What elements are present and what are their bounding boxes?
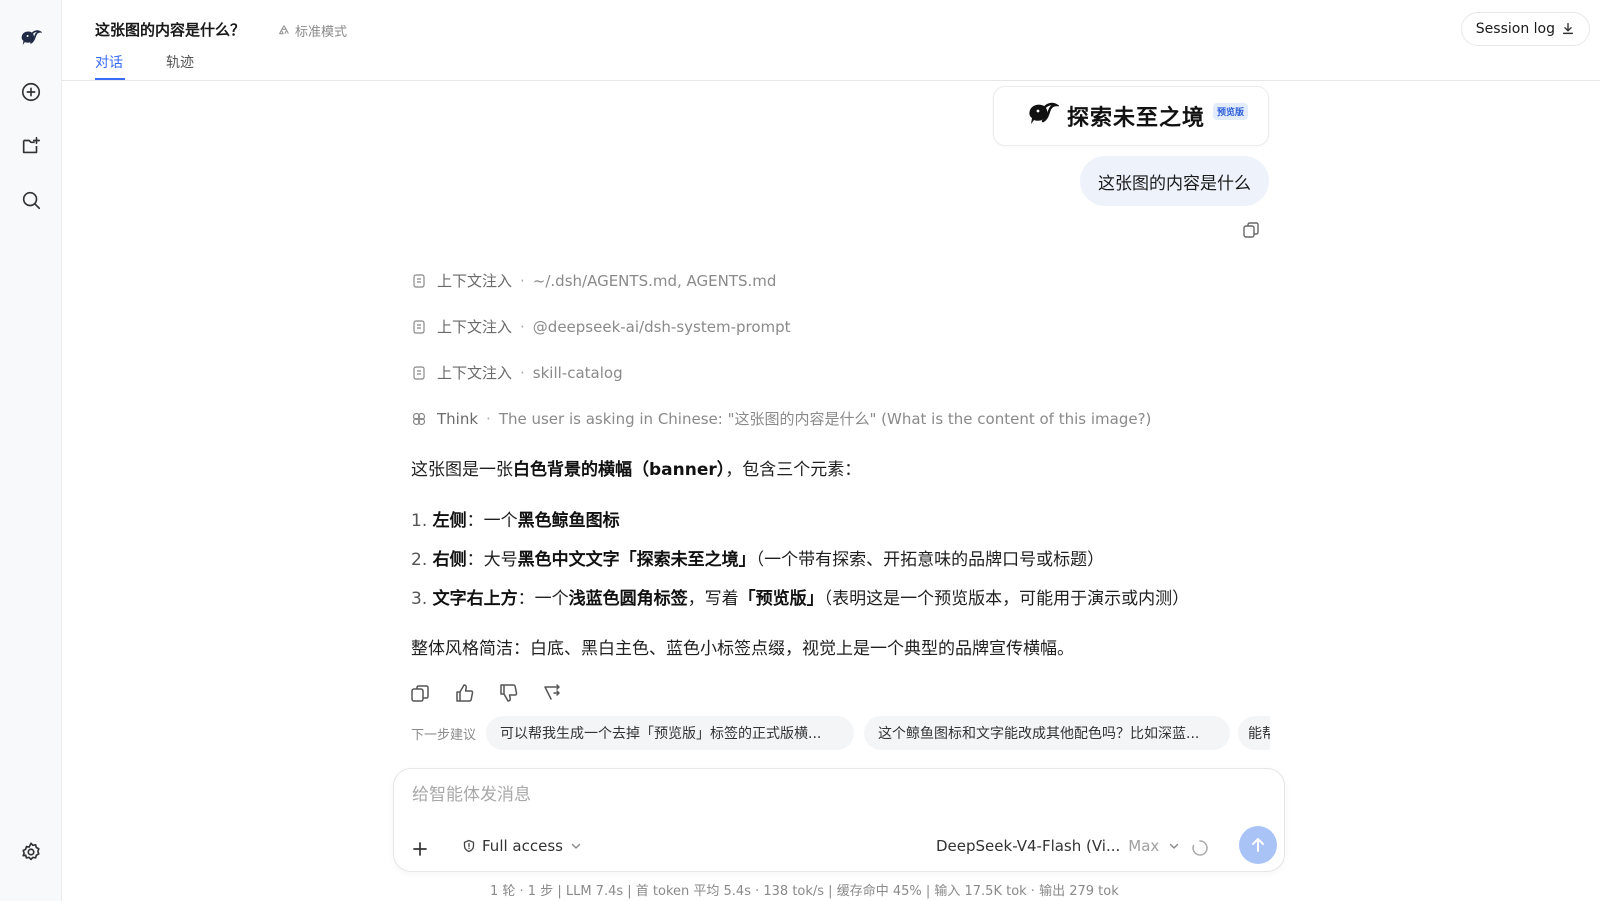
answer-text: ，包含三个元素： (725, 460, 862, 480)
mode-label: 标准模式 (295, 25, 348, 40)
suggestion-chip[interactable]: 这个鲸鱼图标和文字能改成其他配色吗？比如深蓝... (864, 716, 1230, 750)
list-number: 2. (411, 550, 428, 570)
active-tab-indicator (95, 78, 125, 80)
answer-intro: 这张图是一张白色背景的横幅（banner），包含三个元素： (411, 455, 861, 480)
separator-dot: · (520, 363, 525, 382)
copy-icon[interactable] (409, 682, 431, 704)
answer-text: ：大号 (466, 550, 518, 570)
tab-chat[interactable]: 对话 (95, 52, 123, 72)
whale-icon (1027, 101, 1061, 131)
answer-bold: 黑色中文文字「探索未至之境」 (517, 550, 756, 570)
page-title: 这张图的内容是什么？ (95, 21, 246, 39)
context-value: skill-catalog (532, 363, 623, 382)
thumbs-up-icon[interactable] (453, 682, 475, 704)
search-icon[interactable] (15, 184, 47, 216)
session-log-label: Session log (1475, 21, 1555, 37)
context-value: ~/.dsh/AGENTS.md, AGENTS.md (532, 271, 777, 290)
answer-bold: 「预览版」 (738, 589, 824, 609)
access-dropdown[interactable]: Full access (462, 837, 583, 855)
session-stats: 1 轮 · 1 步 | LLM 7.4s | 首 token 平均 5.4s ·… (490, 884, 1119, 899)
user-message-bubble: 这张图的内容是什么 (1080, 156, 1269, 206)
list-number: 1. (411, 511, 428, 531)
arrow-up-icon (1252, 838, 1264, 852)
session-log-button[interactable]: Session log (1460, 12, 1590, 46)
document-icon (413, 273, 425, 288)
sidebar (0, 0, 62, 901)
model-name: DeepSeek-V4-Flash (Vi... (936, 837, 1121, 855)
answer-list-item: 2. 右侧：大号黑色中文文字「探索未至之境」（一个带有探索、开拓意味的品牌口号或… (411, 545, 1104, 570)
context-line[interactable]: 上下文注入 · @deepseek-ai/dsh-system-prompt (411, 316, 791, 337)
document-icon (413, 319, 425, 334)
effort-level: Max (1128, 837, 1160, 855)
context-line[interactable]: 上下文注入 · ~/.dsh/AGENTS.md, AGENTS.md (411, 270, 776, 291)
answer-text: （表明这是一个预览版本，可能用于演示或内测） (823, 589, 1190, 609)
answer-list-item: 3. 文字右上方：一个浅蓝色圆角标签，写着「预览版」（表明这是一个预览版本，可能… (411, 584, 1189, 609)
list-number: 3. (411, 589, 428, 609)
context-label: 上下文注入 (437, 318, 513, 336)
item-head: 右侧 (432, 550, 467, 570)
context-label: 上下文注入 (437, 364, 513, 382)
think-value: The user is asking in Chinese: "这张图的内容是什… (498, 410, 1152, 428)
access-label: Full access (482, 837, 563, 855)
new-chat-icon[interactable] (15, 76, 47, 108)
new-folder-icon[interactable] (15, 130, 47, 162)
answer-list-item: 1. 左侧：一个黑色鲸鱼图标 (411, 506, 620, 531)
context-line[interactable]: 上下文注入 · skill-catalog (411, 362, 623, 383)
message-composer: Full access DeepSeek-V4-Flash (Vi... Max (393, 768, 1285, 872)
separator-dot: · (486, 409, 491, 428)
answer-text: ：一个 (517, 589, 569, 609)
item-head: 文字右上方 (432, 589, 518, 609)
separator-dot: · (520, 317, 525, 336)
chevron-down-icon (1170, 843, 1179, 849)
separator-dot: · (520, 271, 525, 290)
header: 这张图的内容是什么？ 标准模式 对话 轨迹 Session log (62, 0, 1600, 81)
message-input[interactable] (412, 785, 1212, 805)
preview-tag: 预览版 (1213, 102, 1249, 120)
model-selector[interactable]: DeepSeek-V4-Flash (Vi... Max (936, 837, 1181, 855)
answer-summary: 整体风格简洁：白底、黑白主色、蓝色小标签点缀，视觉上是一个典型的品牌宣传横幅。 (411, 639, 1074, 659)
suggestions-label: 下一步建议 (411, 728, 477, 743)
attached-image[interactable]: 探索未至之境 预览版 (993, 86, 1269, 146)
answer-text: ，写着 (687, 589, 739, 609)
think-line[interactable]: Think · The user is asking in Chinese: "… (411, 408, 1151, 429)
context-value: @deepseek-ai/dsh-system-prompt (532, 317, 791, 336)
chevron-down-icon (571, 843, 581, 849)
suggestion-chip[interactable]: 可以帮我生成一个去掉「预览版」标签的正式版横... (486, 716, 854, 750)
answer-text: （一个带有探索、开拓意味的品牌口号或标题） (755, 550, 1105, 570)
answer-bold: 白色背景的横幅（banner） (513, 460, 726, 480)
loading-spinner-icon (1192, 840, 1208, 856)
answer-text: 这张图是一张 (411, 460, 513, 480)
answer-bold: 黑色鲸鱼图标 (517, 511, 620, 531)
answer-text: ：一个 (466, 511, 518, 531)
think-label: Think (437, 409, 479, 428)
mode-indicator: 标准模式 (277, 21, 347, 40)
attach-plus-icon[interactable] (410, 839, 430, 859)
copy-icon[interactable] (1241, 220, 1261, 240)
branch-icon[interactable] (541, 682, 563, 704)
context-label: 上下文注入 (437, 272, 513, 290)
item-head: 左侧 (432, 511, 467, 531)
download-icon (1562, 23, 1574, 35)
brain-icon (412, 412, 426, 425)
shield-icon (463, 839, 475, 853)
recycle-icon (279, 24, 289, 34)
answer-bold: 浅蓝色圆角标签 (568, 589, 688, 609)
settings-gear-icon[interactable] (15, 836, 47, 868)
send-button[interactable] (1239, 826, 1277, 864)
tab-trace[interactable]: 轨迹 (166, 52, 194, 72)
whale-logo-icon[interactable] (15, 22, 47, 54)
thumbs-down-icon[interactable] (497, 682, 519, 704)
banner-title: 探索未至之境 (1067, 106, 1206, 131)
suggestion-chip[interactable]: 能帮 (1238, 716, 1270, 750)
document-icon (413, 365, 425, 380)
